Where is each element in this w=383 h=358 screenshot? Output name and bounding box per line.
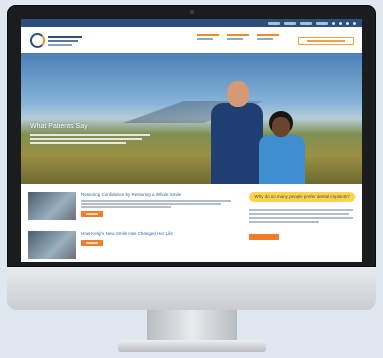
article-card: How Kenji's New Smile Has Changed Her Li… bbox=[28, 231, 243, 262]
utility-bar bbox=[21, 19, 362, 27]
faq-heading: Why do so many people prefer dental impl… bbox=[249, 192, 355, 202]
webcam-icon bbox=[190, 10, 194, 14]
read-more-button[interactable] bbox=[81, 211, 103, 217]
site-logo[interactable] bbox=[30, 32, 85, 49]
mountains-background bbox=[21, 101, 362, 123]
header-cta-button[interactable] bbox=[298, 37, 354, 45]
utility-link[interactable] bbox=[284, 22, 296, 25]
article-title-link[interactable]: How Kenji's New Smile Has Changed Her Li… bbox=[81, 231, 173, 236]
article-thumbnail[interactable] bbox=[28, 231, 76, 259]
nav-item[interactable] bbox=[257, 34, 279, 40]
article-card: Restoring Confidence by Restoring a Whol… bbox=[28, 192, 243, 226]
utility-link[interactable] bbox=[268, 22, 280, 25]
utility-link[interactable] bbox=[300, 22, 312, 25]
website-screen: What Patients Say Restoring Confidence b… bbox=[21, 19, 362, 262]
site-header bbox=[21, 27, 362, 53]
content-section: Restoring Confidence by Restoring a Whol… bbox=[21, 184, 362, 262]
twitter-icon[interactable] bbox=[339, 22, 342, 25]
hero-banner: What Patients Say bbox=[21, 53, 362, 184]
read-more-button[interactable] bbox=[81, 240, 103, 246]
nav-item[interactable] bbox=[197, 34, 219, 40]
facebook-icon[interactable] bbox=[332, 22, 335, 25]
computer-monitor: What Patients Say Restoring Confidence b… bbox=[7, 5, 376, 310]
monitor-chin bbox=[7, 267, 376, 310]
article-thumbnail[interactable] bbox=[28, 192, 76, 220]
monitor-stand bbox=[147, 310, 237, 344]
article-title-link[interactable]: Restoring Confidence by Restoring a Whol… bbox=[81, 192, 181, 197]
monitor-stand-base bbox=[118, 340, 266, 352]
logo-mark-icon bbox=[30, 33, 45, 48]
faq-learn-more-button[interactable] bbox=[249, 234, 279, 240]
monitor-bezel: What Patients Say Restoring Confidence b… bbox=[7, 5, 376, 267]
hero-heading: What Patients Say bbox=[30, 123, 88, 130]
hero-woman-figure bbox=[257, 111, 307, 184]
sidebar-faq: Why do so many people prefer dental impl… bbox=[249, 192, 355, 252]
main-nav bbox=[197, 34, 279, 40]
nav-item[interactable] bbox=[227, 34, 249, 40]
utility-links bbox=[268, 20, 356, 25]
search-icon[interactable] bbox=[353, 22, 356, 25]
utility-link[interactable] bbox=[316, 22, 328, 25]
youtube-icon[interactable] bbox=[346, 22, 349, 25]
